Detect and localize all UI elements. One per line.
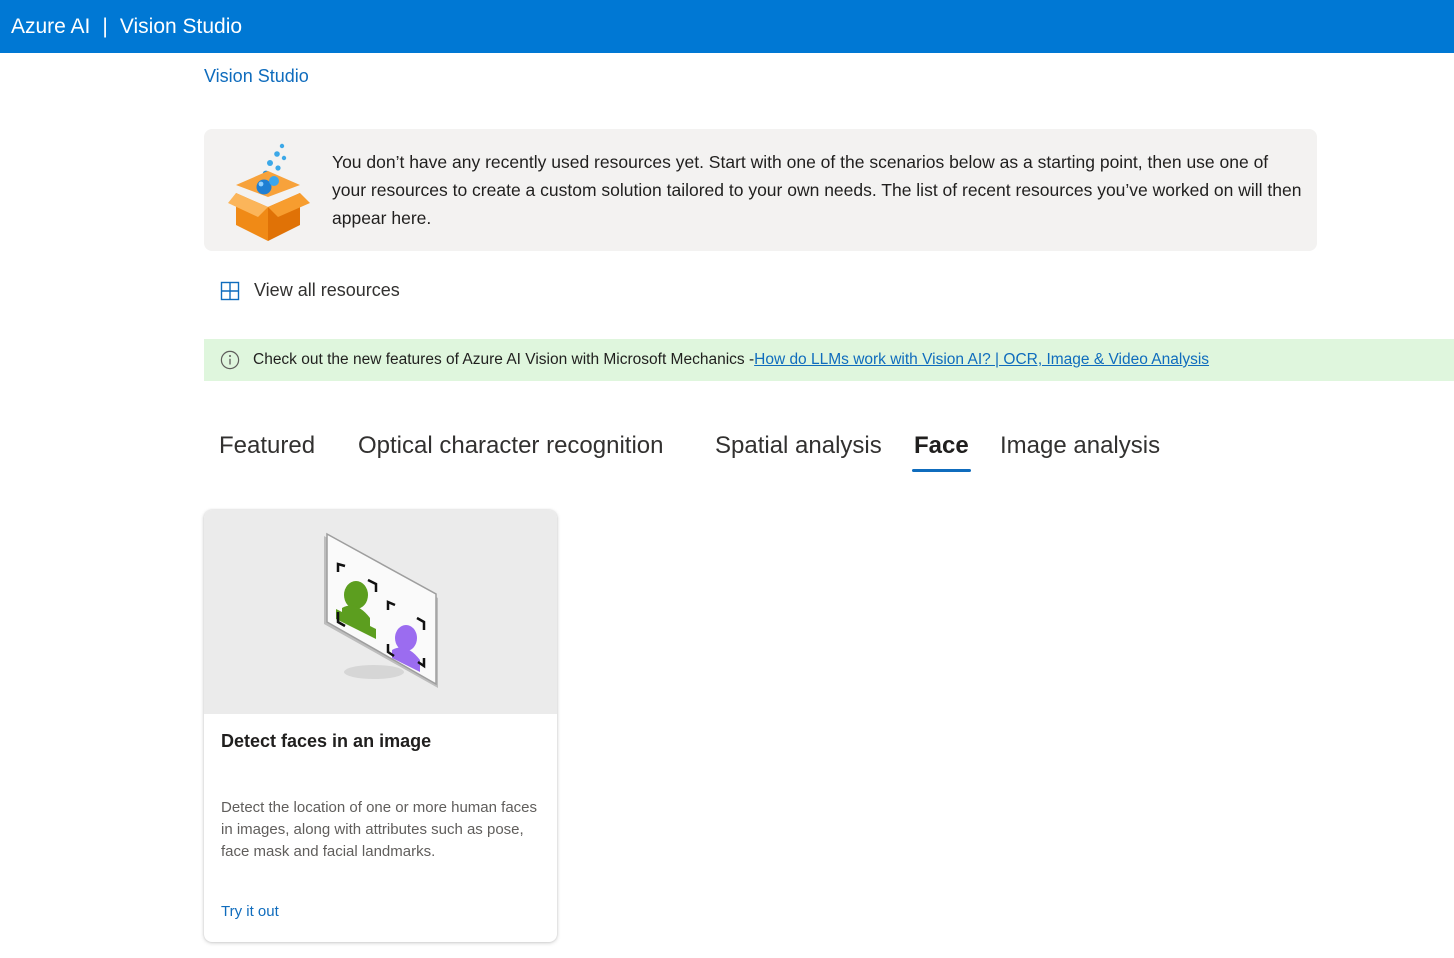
tab-featured[interactable]: Featured (219, 432, 315, 470)
card-description: Detect the location of one or more human… (221, 799, 538, 860)
recent-resources-message: You don’t have any recently used resourc… (332, 152, 1302, 228)
face-detection-icon (324, 532, 438, 688)
tab-spatial-analysis[interactable]: Spatial analysis (715, 432, 882, 470)
grid-icon (220, 281, 240, 300)
notice-video-link[interactable]: How do LLMs work with Vision AI? | OCR, … (754, 351, 1209, 369)
view-all-resources-button[interactable]: View all resources (220, 280, 400, 301)
tab-image-analysis[interactable]: Image analysis (1000, 432, 1160, 470)
open-box-icon (228, 143, 310, 241)
tab-optical-character-recognition[interactable]: Optical character recognition (358, 432, 663, 470)
features-notice-banner: Check out the new features of Azure AI V… (204, 339, 1454, 381)
view-all-resources-label: View all resources (254, 280, 400, 300)
top-header-bar: Azure AI | Vision Studio (0, 0, 1454, 53)
recent-resources-card: You don’t have any recently used resourc… (204, 129, 1317, 251)
info-icon (220, 350, 240, 370)
card-title: Detect faces in an image (221, 731, 432, 751)
notice-text: Check out the new features of Azure AI V… (253, 351, 755, 368)
tab-face[interactable]: Face (912, 432, 971, 472)
breadcrumb-vision-studio[interactable]: Vision Studio (204, 66, 309, 87)
scenario-card-detect-faces[interactable]: Detect faces in an image Detect the loca… (204, 510, 557, 942)
brand-name[interactable]: Azure AI (11, 15, 90, 39)
card-hero-image (204, 510, 557, 714)
product-name[interactable]: Vision Studio (120, 15, 242, 39)
try-it-out-link[interactable]: Try it out (221, 903, 279, 920)
header-separator: | (102, 14, 108, 38)
